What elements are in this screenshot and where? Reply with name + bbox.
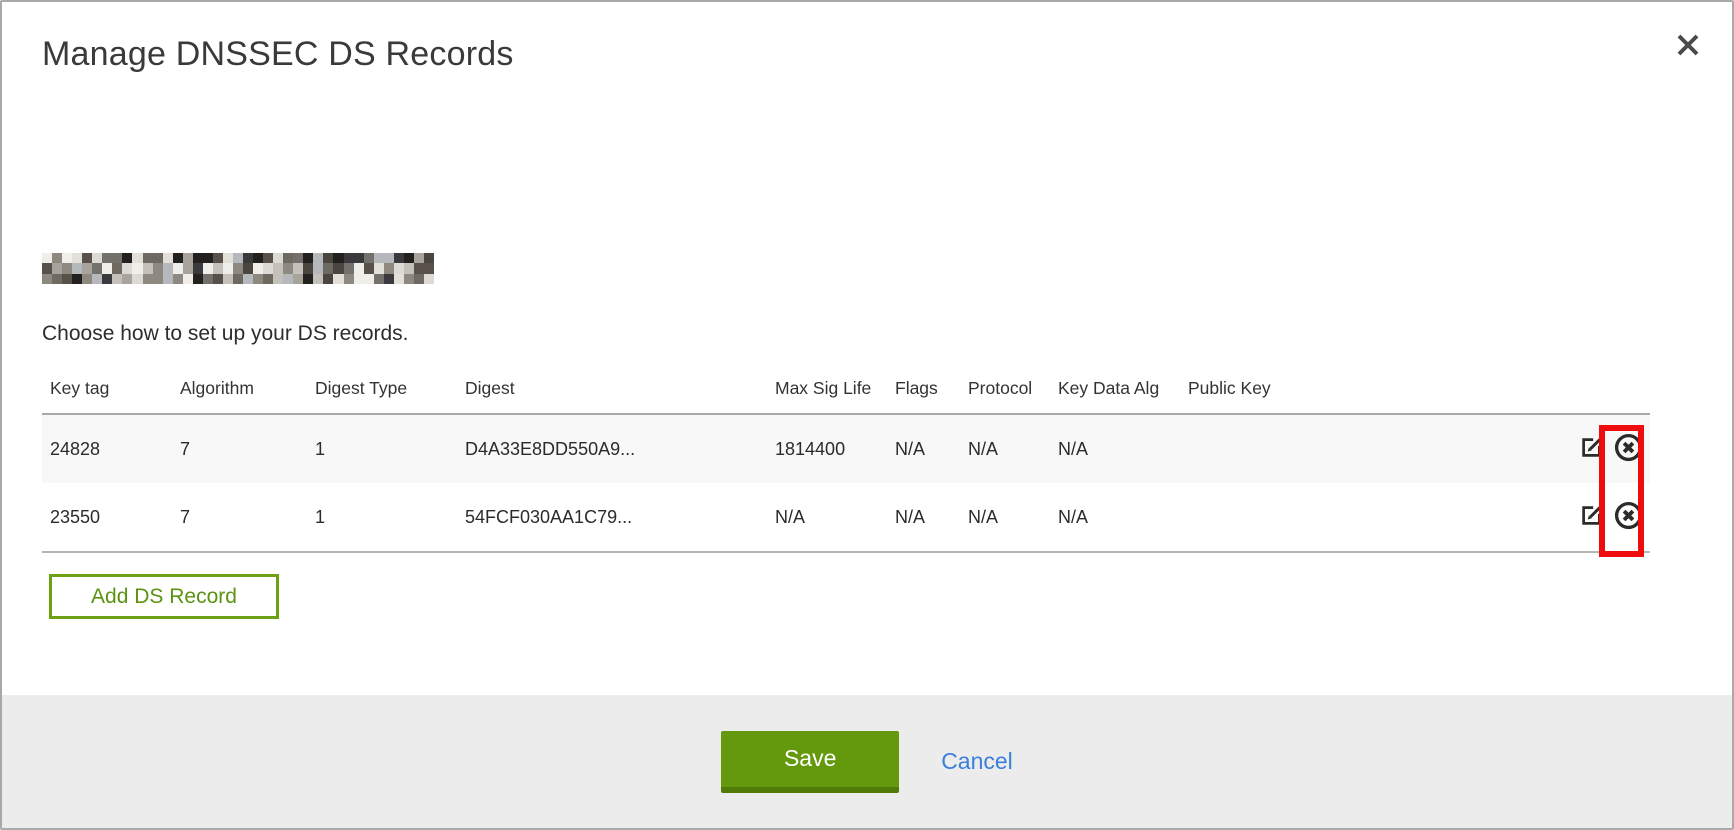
col-header-key-tag: Key tag [42, 362, 172, 414]
delete-circle-x-icon [1613, 500, 1644, 534]
ds-records-table: Key tag Algorithm Digest Type Digest Max… [42, 362, 1650, 553]
cell-digest-type: 1 [307, 483, 457, 552]
cell-protocol: N/A [960, 483, 1050, 552]
cell-digest: D4A33E8DD550A9... [457, 414, 767, 483]
edit-record-button[interactable] [1575, 501, 1607, 533]
col-header-protocol: Protocol [960, 362, 1050, 414]
cell-algorithm: 7 [172, 414, 307, 483]
delete-circle-x-icon [1613, 432, 1644, 466]
manage-dnssec-modal: Manage DNSSEC DS Records Choose how to s… [0, 0, 1734, 830]
cell-key-tag: 24828 [42, 414, 172, 483]
cell-flags: N/A [887, 483, 960, 552]
cancel-link[interactable]: Cancel [941, 748, 1013, 775]
cell-flags: N/A [887, 414, 960, 483]
cell-public-key [1180, 414, 1555, 483]
col-header-public-key: Public Key [1180, 362, 1555, 414]
cell-max-sig-life: 1814400 [767, 414, 887, 483]
edit-record-button[interactable] [1575, 433, 1607, 465]
col-header-flags: Flags [887, 362, 960, 414]
delete-record-button[interactable] [1612, 433, 1644, 465]
instruction-text: Choose how to set up your DS records. [42, 322, 409, 346]
edit-icon [1578, 502, 1605, 532]
cell-digest: 54FCF030AA1C79... [457, 483, 767, 552]
cell-algorithm: 7 [172, 483, 307, 552]
table-row: 24828 7 1 D4A33E8DD550A9... 1814400 N/A … [42, 414, 1650, 483]
redacted-domain [42, 253, 434, 284]
page-title: Manage DNSSEC DS Records [42, 35, 514, 74]
col-header-algorithm: Algorithm [172, 362, 307, 414]
cell-public-key [1180, 483, 1555, 552]
cell-max-sig-life: N/A [767, 483, 887, 552]
col-header-digest: Digest [457, 362, 767, 414]
add-ds-record-button[interactable]: Add DS Record [49, 574, 279, 619]
close-button[interactable] [1672, 30, 1704, 62]
table-row: 23550 7 1 54FCF030AA1C79... N/A N/A N/A … [42, 483, 1650, 552]
col-header-digest-type: Digest Type [307, 362, 457, 414]
save-button[interactable]: Save [721, 731, 899, 793]
col-header-actions [1555, 362, 1650, 414]
edit-icon [1578, 434, 1605, 464]
cell-protocol: N/A [960, 414, 1050, 483]
modal-footer: Save Cancel [2, 695, 1732, 828]
cell-key-data-alg: N/A [1050, 414, 1180, 483]
close-icon [1675, 32, 1701, 61]
col-header-max-sig-life: Max Sig Life [767, 362, 887, 414]
cell-key-data-alg: N/A [1050, 483, 1180, 552]
cell-digest-type: 1 [307, 414, 457, 483]
delete-record-button[interactable] [1612, 501, 1644, 533]
table-header-row: Key tag Algorithm Digest Type Digest Max… [42, 362, 1650, 414]
cell-key-tag: 23550 [42, 483, 172, 552]
col-header-key-data-alg: Key Data Alg [1050, 362, 1180, 414]
